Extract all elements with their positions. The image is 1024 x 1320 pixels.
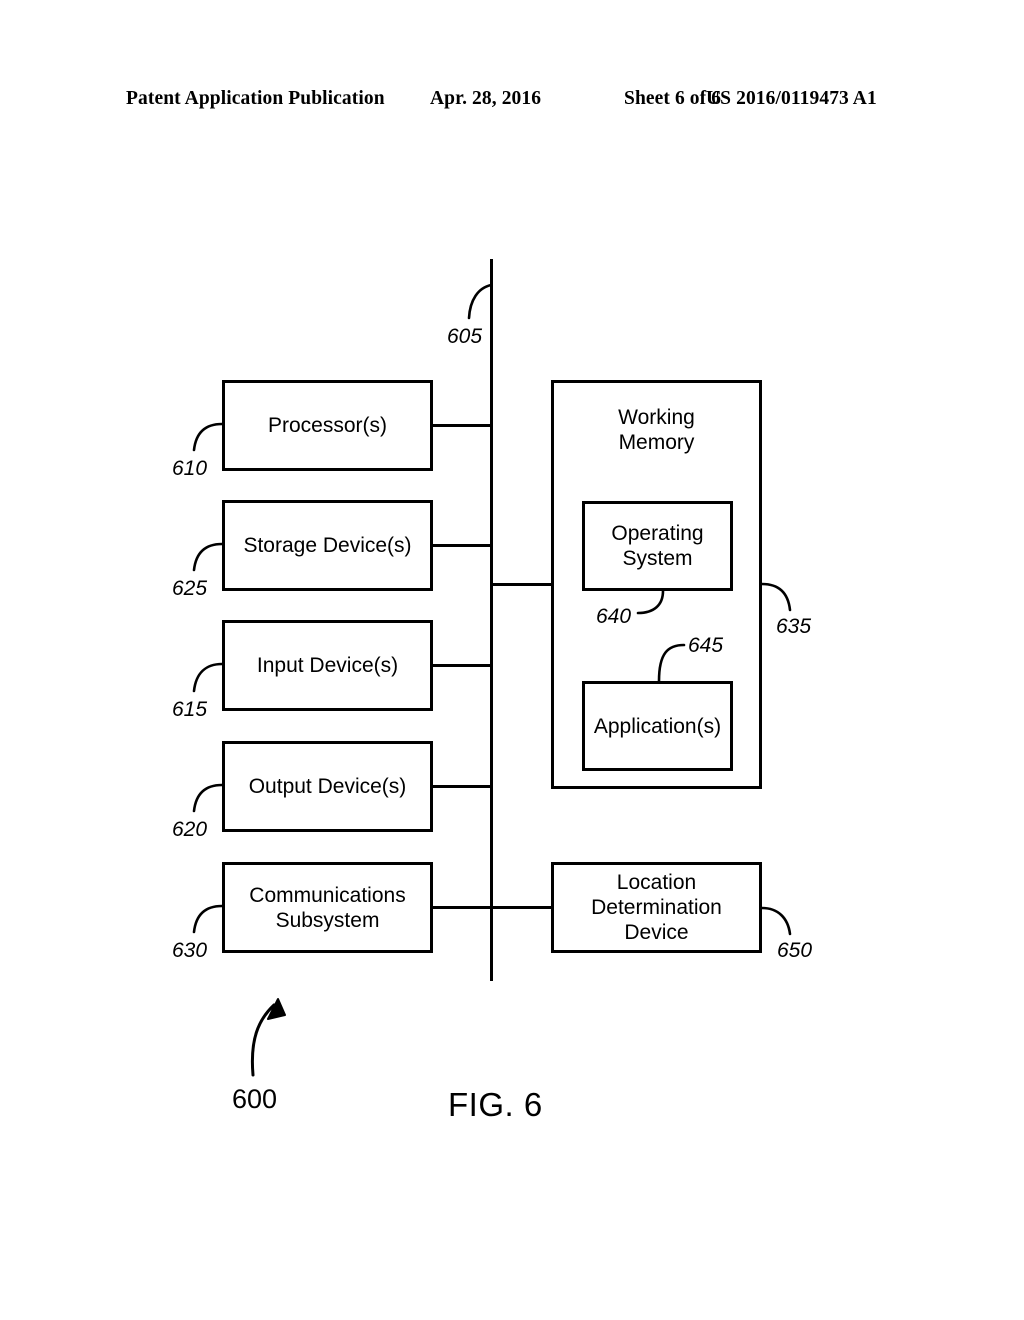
connector-output-bus [433,785,493,788]
block-location-line1: Location [616,871,697,894]
connector-storage-bus [433,544,493,547]
block-processor: Processor(s) [222,380,433,471]
leader-630 [192,904,224,934]
block-storage-device-label: Storage Device(s) [243,534,412,557]
block-location-line3: Device [624,921,689,944]
block-applications-label: Application(s) [593,714,722,738]
refnum-620: 620 [172,818,208,841]
leader-625 [192,542,224,572]
block-output-device: Output Device(s) [222,741,433,832]
connector-communications-bus [433,906,493,909]
leader-620 [192,783,224,813]
refnum-645: 645 [688,634,724,657]
refnum-625: 625 [172,577,208,600]
block-storage-device: Storage Device(s) [222,500,433,591]
leader-615 [192,662,224,693]
block-communications-subsystem-line1: Communications [249,883,406,907]
system-bus-line [490,259,493,981]
block-output-device-label: Output Device(s) [248,775,407,798]
connector-bus-working-memory [490,583,551,586]
connector-processor-bus [433,424,493,427]
leader-605 [467,283,493,320]
connector-input-bus [433,664,493,667]
system-arrow-head [267,998,286,1020]
connector-bus-location-device [490,906,551,909]
refnum-640: 640 [596,605,632,628]
system-arrow-shaft [250,1003,276,1077]
refnum-630: 630 [172,939,208,962]
leader-610 [192,422,224,452]
leader-650 [760,906,792,936]
block-operating-system-line2: System [622,547,693,570]
refnum-650: 650 [777,939,813,962]
block-communications-subsystem-line2: Subsystem [275,908,380,932]
block-location-determination-device-label: Location Determination Device [585,870,728,945]
figure-6-diagram: Processor(s) Storage Device(s) Input Dev… [0,0,1024,1320]
block-location-determination-device: Location Determination Device [551,862,762,953]
refnum-605: 605 [447,325,483,348]
block-operating-system-label: Operating System [605,521,709,571]
block-processor-label: Processor(s) [267,414,388,437]
leader-635 [760,582,792,612]
block-working-memory-line1: Working [618,406,695,429]
refnum-600: 600 [232,1084,278,1114]
system-reference-arrow [250,998,286,1077]
block-operating-system-line1: Operating [611,522,704,545]
refnum-610: 610 [172,457,208,480]
block-location-line2: Determination [591,896,722,919]
block-input-device-label: Input Device(s) [256,654,399,677]
block-working-memory-label: Working Memory [612,383,701,455]
refnum-635: 635 [776,615,812,638]
block-communications-subsystem-label: Communications Subsystem [243,883,411,933]
refnum-615: 615 [172,698,208,721]
block-communications-subsystem: Communications Subsystem [222,862,433,953]
figure-caption: FIG. 6 [448,1086,543,1123]
block-working-memory-line2: Memory [618,431,695,454]
block-input-device: Input Device(s) [222,620,433,711]
block-applications: Application(s) [582,681,733,771]
block-operating-system: Operating System [582,501,733,591]
